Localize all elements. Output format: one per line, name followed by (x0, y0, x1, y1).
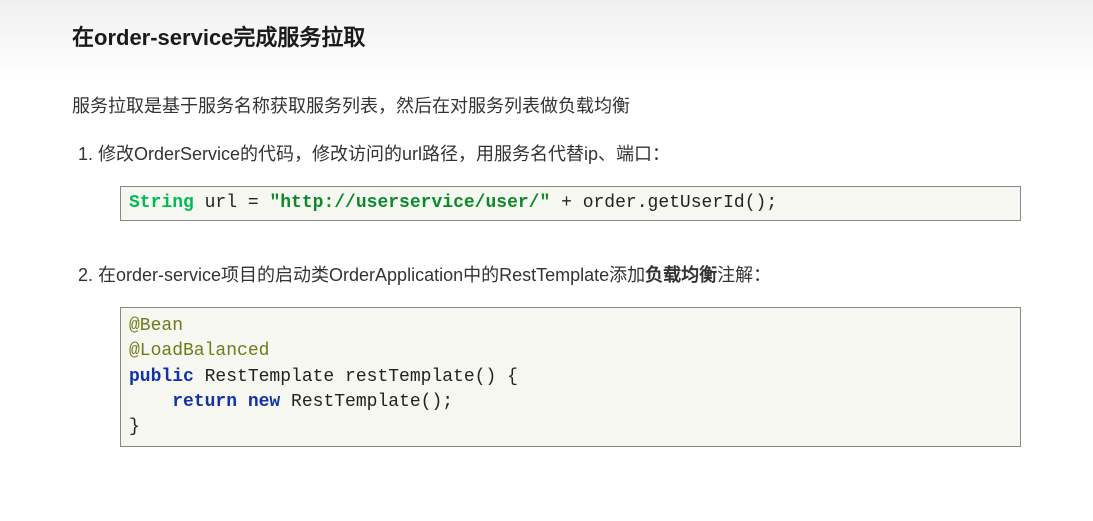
page-title: 在order-service完成服务拉取 (72, 20, 1021, 52)
kw-new: new (237, 392, 280, 412)
step-1-text: 修改OrderService的代码，修改访问的url路径，用服务名代替ip、端口… (98, 144, 670, 164)
step-2-pre: 在order-service项目的启动类OrderApplication中的Re… (98, 265, 645, 285)
step-2-bold: 负载均衡 (645, 265, 717, 285)
step-2-post: 注解： (717, 265, 771, 285)
string-literal: "http://userservice/user/" (269, 193, 550, 213)
code-text: + order.getUserId(); (550, 193, 777, 213)
kw-public: public (129, 367, 194, 387)
code-block-1: String url = "http://userservice/user/" … (120, 186, 1021, 221)
code-text: RestTemplate restTemplate() { (194, 367, 518, 387)
code-block-2: @Bean @LoadBalanced public RestTemplate … (120, 307, 1021, 447)
steps-list: 修改OrderService的代码，修改访问的url路径，用服务名代替ip、端口… (72, 140, 1021, 447)
code-text: url = (194, 193, 270, 213)
step-2-text: 在order-service项目的启动类OrderApplication中的Re… (98, 265, 771, 285)
code-text: RestTemplate(); (280, 392, 453, 412)
step-2: 在order-service项目的启动类OrderApplication中的Re… (98, 261, 1021, 287)
kw-type: String (129, 193, 194, 213)
step-1: 修改OrderService的代码，修改访问的url路径，用服务名代替ip、端口… (98, 140, 1021, 166)
brace-close: } (129, 417, 140, 437)
kw-return: return (129, 392, 237, 412)
annotation-bean: @Bean (129, 316, 183, 336)
annotation-loadbalanced: @LoadBalanced (129, 341, 269, 361)
intro-text: 服务拉取是基于服务名称获取服务列表，然后在对服务列表做负载均衡 (72, 92, 1021, 118)
